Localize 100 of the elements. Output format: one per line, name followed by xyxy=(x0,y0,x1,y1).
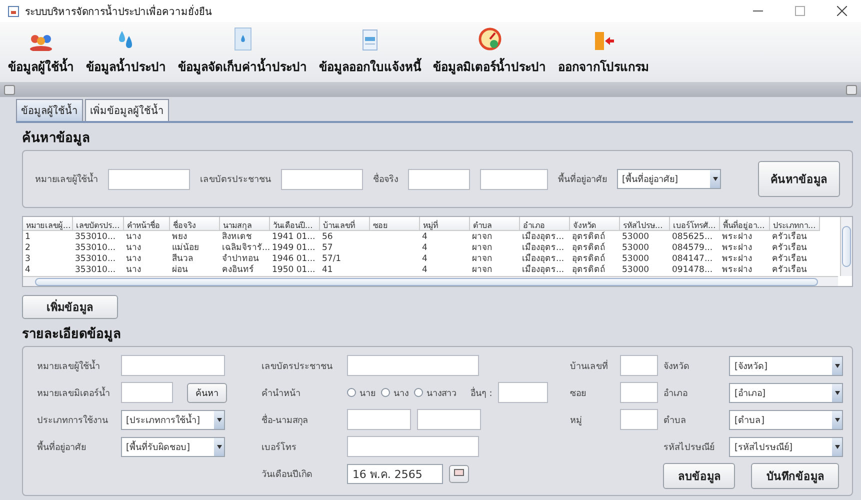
field-label: หมายเลขมิเตอร์น้ำ xyxy=(37,386,111,400)
table-cell-text: ผาจก xyxy=(471,265,493,276)
table-cell-text: แม่น้อย xyxy=(171,243,200,254)
input-field[interactable] xyxy=(408,168,470,190)
table-cell-text: 53000 xyxy=(621,254,650,265)
radio-option[interactable]: นาย xyxy=(347,386,376,400)
column-header[interactable]: คำหน้าชื่อ xyxy=(124,217,170,231)
toolbar-button[interactable]: ข้อมูลออกใบแจ้งหนี้ xyxy=(317,29,423,76)
table-cell-text: 353010... xyxy=(74,265,117,276)
toolbar-button[interactable]: ข้อมูลจัดเก็บค่าน้ำประปา xyxy=(176,27,309,76)
column-header[interactable]: บ้านเลขที่ xyxy=(320,217,370,231)
input-field[interactable] xyxy=(498,382,548,403)
section-heading: รายละเอียดข้อมูล xyxy=(22,326,122,344)
table-cell-text: 084579... xyxy=(671,243,714,254)
input-field[interactable] xyxy=(620,382,658,403)
toolbar-button[interactable]: ข้อมูลมิเตอร์น้ำประปา xyxy=(431,27,548,76)
caret-icon xyxy=(216,418,222,422)
input-field[interactable] xyxy=(480,168,548,190)
search-button[interactable]: ค้นหา xyxy=(187,382,227,402)
toolbar-button[interactable]: ข้อมูลผู้ใช้น้ำ xyxy=(6,33,76,76)
column-header[interactable]: หมู่ที่ xyxy=(420,217,470,231)
table-cell-text: คงอินทร์ xyxy=(221,265,255,276)
table-cell-text: 53000 xyxy=(621,232,650,243)
tab[interactable]: เพิ่มข้อมูลผู้ใช้น้ำ xyxy=(85,99,169,121)
toolbar-button[interactable]: ข้อมูลน้ำประปา xyxy=(84,29,168,76)
field-label: รหัสไปรษณีย์ xyxy=(663,441,716,454)
search-button[interactable]: ค้นหาข้อมูล xyxy=(758,161,840,197)
vertical-scrollbar[interactable] xyxy=(840,217,852,276)
dropdown[interactable]: [ตำบล] xyxy=(729,410,844,430)
maximize-icon[interactable] xyxy=(795,6,805,16)
caret-icon xyxy=(834,390,840,394)
dropdown[interactable]: [พื้นที่รับผิดชอบ] xyxy=(121,436,225,456)
field-label: เลขบัตรประชาชน xyxy=(261,360,334,372)
input-field[interactable] xyxy=(417,409,482,430)
input-field[interactable] xyxy=(620,409,658,430)
calendar-button[interactable] xyxy=(449,464,470,482)
input-field[interactable] xyxy=(121,355,225,376)
column-header[interactable]: ซอย xyxy=(370,217,420,231)
frame-menu-button[interactable] xyxy=(4,84,15,95)
tab[interactable]: ข้อมูลผู้ใช้น้ำ xyxy=(16,99,83,121)
input-field[interactable] xyxy=(347,355,480,376)
column-header[interactable]: ชื่อจริง xyxy=(170,217,220,231)
close-icon[interactable] xyxy=(837,6,847,16)
table-cell-text: 4 xyxy=(24,265,32,276)
input-field[interactable] xyxy=(121,382,173,403)
input-field[interactable] xyxy=(620,355,658,376)
dropdown[interactable]: [อำเภอ] xyxy=(729,382,844,402)
caret-icon xyxy=(712,177,718,181)
app-icon xyxy=(8,6,19,17)
dropdown[interactable]: [พื้นที่อยู่อาศัย] xyxy=(617,169,721,189)
table-cell-text: อุตรดิตถ์ xyxy=(571,243,606,254)
table-cell-text: 1 xyxy=(24,232,32,243)
table-cell-text: อุตรดิตถ์ xyxy=(571,254,606,264)
table-cell-text: ผาจก xyxy=(471,232,493,243)
table-cell-text: เฉลิมจิรารั... xyxy=(221,243,270,254)
field-label: ตำบล xyxy=(663,414,688,426)
table-cell-text: 53000 xyxy=(621,265,650,276)
table-cell-text: 57 xyxy=(321,243,334,254)
input-field[interactable] xyxy=(347,436,480,457)
column-header[interactable]: อำเภอ xyxy=(520,217,570,231)
column-header[interactable]: หมายเลขผู้... xyxy=(23,217,73,231)
table-cell-text: ผาจก xyxy=(471,254,493,265)
dropdown[interactable]: [ประเภทการใช้น้ำ] xyxy=(121,410,225,430)
field-label: พื้นที่อยู่อาศัย xyxy=(558,172,607,186)
radio-option[interactable]: นางสาว xyxy=(414,386,456,400)
column-header[interactable]: พื้นที่อยู่อา... xyxy=(720,217,770,231)
input-field[interactable] xyxy=(281,168,363,190)
table-cell-text: ผ่อน xyxy=(171,265,189,276)
section-heading: ค้นหาข้อมูล xyxy=(22,130,91,148)
radio-option[interactable]: นาง xyxy=(381,386,408,400)
column-header[interactable]: จังหวัด xyxy=(570,217,620,231)
column-header[interactable]: เบอร์โทรศั... xyxy=(670,217,720,231)
input-field[interactable] xyxy=(108,168,190,190)
table-cell-text: ครัวเรือน xyxy=(771,243,808,254)
field-label: พื้นที่อยู่อาศัย xyxy=(37,440,87,454)
table-cell-text: 4 xyxy=(421,265,428,276)
column-header[interactable]: วันเดือนปี... xyxy=(270,217,320,231)
field-label: เลขบัตรประชาชน xyxy=(200,174,271,186)
table-cell-text: ผาจก xyxy=(471,243,493,254)
calendar-icon xyxy=(454,468,464,476)
table-cell-text: อุตรดิตถ์ xyxy=(571,232,606,242)
horizontal-scrollbar[interactable] xyxy=(23,276,838,286)
column-header[interactable]: เลขบัตรปร... xyxy=(73,217,124,231)
field-label: ชื่อจริง xyxy=(373,172,398,186)
table-cell-text: สีนวล xyxy=(171,254,194,265)
field-label: หมายเลขผู้ใช้น้ำ xyxy=(37,358,101,372)
column-header[interactable]: ตำบล xyxy=(470,217,520,231)
column-header[interactable]: นามสกุล xyxy=(220,217,270,231)
frame-minimize-button[interactable] xyxy=(846,84,857,95)
input-field[interactable] xyxy=(347,409,412,430)
action-button[interactable]: บันทึกข้อมูล xyxy=(751,463,840,489)
add-button[interactable]: เพิ่มข้อมูล xyxy=(22,295,118,319)
action-button[interactable]: ลบข้อมูล xyxy=(663,463,736,489)
toolbar-button[interactable]: ออกจากโปรแกรม xyxy=(556,31,651,76)
dropdown[interactable]: [จังหวัด] xyxy=(729,356,844,376)
column-header[interactable]: ประเภทกา... xyxy=(770,217,820,231)
column-header[interactable]: รหัสไปรษ... xyxy=(620,217,670,231)
date-field[interactable]: 16 พ.ค. 2565 xyxy=(347,464,444,484)
dropdown[interactable]: [รหัสไปรษณีย์] xyxy=(729,436,844,456)
table-cell-text: 4 xyxy=(421,232,428,243)
